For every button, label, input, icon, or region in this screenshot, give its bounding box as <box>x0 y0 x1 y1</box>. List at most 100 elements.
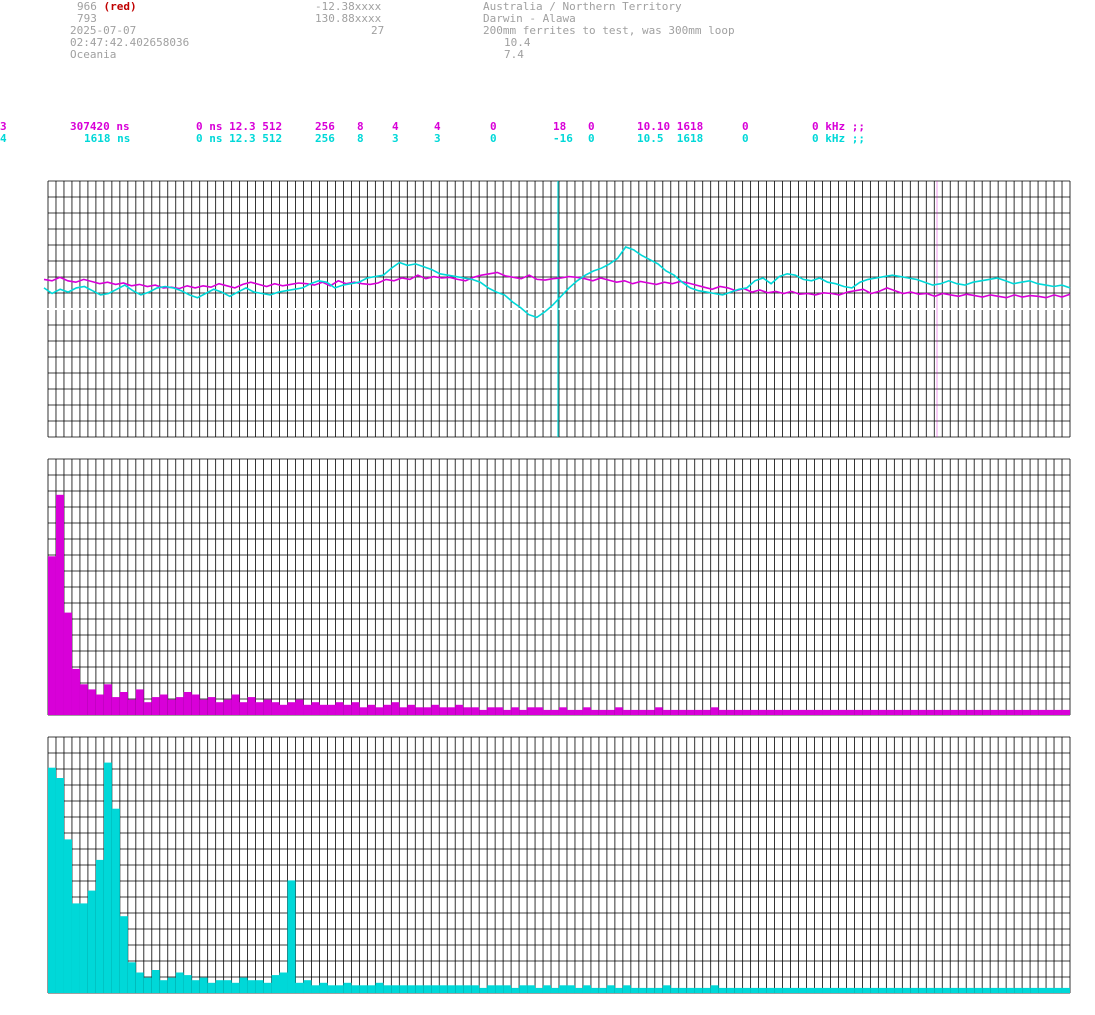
spectrum-bar <box>64 839 72 993</box>
spectrum-bar <box>678 709 687 715</box>
spectrum-bar <box>702 709 711 715</box>
spectrum-bar <box>207 982 216 993</box>
spectrum-bar <box>583 707 591 715</box>
spectrum-bar <box>503 709 512 715</box>
spectrum-bar <box>942 987 951 993</box>
spectrum-bar <box>375 707 384 715</box>
spectrum-bar <box>870 987 879 993</box>
spectrum-bar <box>942 709 951 715</box>
spectrum-bar <box>790 987 799 993</box>
spectrum-bar <box>431 985 440 993</box>
spectrum-bar <box>1062 987 1070 993</box>
spectrum-panel-ch3 <box>47 458 1071 716</box>
spectrum-bar <box>111 808 120 993</box>
spectrum-bar <box>750 987 759 993</box>
spectrum-bar <box>559 707 567 715</box>
spectrum-bar <box>686 709 695 715</box>
spectrum-bar <box>862 987 871 993</box>
spectrum-bar <box>894 987 903 993</box>
spectrum-bar <box>822 709 831 715</box>
spectrum-bar <box>527 985 536 993</box>
spectrum-bar <box>535 987 543 993</box>
spectrum-bar <box>798 987 807 993</box>
spectrum-bar <box>1006 709 1015 715</box>
spectrum-bar <box>966 987 975 993</box>
spectrum-bar <box>710 707 719 715</box>
spectrum-bar <box>183 975 192 993</box>
spectrum-bar <box>343 982 352 993</box>
spectrum-bar <box>559 985 567 993</box>
spectrum-bar <box>263 982 272 993</box>
spectrum-bar <box>846 987 855 993</box>
spectrum-bar <box>726 709 735 715</box>
spectrum-bar <box>630 987 639 993</box>
spectrum-bar <box>223 699 232 715</box>
spectrum-bar <box>511 707 520 715</box>
spectrum-bar <box>974 709 983 715</box>
spectrum-bar <box>239 977 248 993</box>
spectrum-bar <box>495 707 504 715</box>
spectrum-bar <box>383 985 392 993</box>
spectrum-bar <box>303 980 312 993</box>
spectrum-bar <box>72 668 80 715</box>
spectrum-bar <box>958 709 967 715</box>
spectrum-bar <box>183 692 192 715</box>
spectrum-bar <box>135 972 144 993</box>
spectrum-bar <box>614 987 623 993</box>
spectrum-bar <box>702 987 711 993</box>
spectrum-bar <box>72 903 80 993</box>
spectrum-bar <box>319 704 328 715</box>
spectrum-bar <box>175 697 184 715</box>
spectrum-bar <box>654 987 663 993</box>
spectrum-bar <box>199 699 208 715</box>
spectrum-bar <box>351 985 360 993</box>
spectrum-bar <box>56 494 64 715</box>
spectrum-bar <box>423 985 432 993</box>
spectrum-bar <box>966 709 975 715</box>
spectrum-bar <box>423 707 432 715</box>
spectrum-bar <box>982 709 991 715</box>
spectrum-bar <box>886 987 895 993</box>
spectrum-bar <box>519 709 528 715</box>
spectrum-bar <box>543 985 551 993</box>
spectrum-bar <box>367 985 376 993</box>
spectrum-bar <box>447 985 456 993</box>
spectrum-bar <box>447 707 456 715</box>
spectrum-bar <box>1038 987 1047 993</box>
spectrum-bar <box>103 684 112 715</box>
spectrum-bar <box>399 985 408 993</box>
spectrum-bar <box>335 702 344 715</box>
spectrum-bar <box>694 709 703 715</box>
spectrum-bar <box>918 987 927 993</box>
spectrum-bar <box>551 987 559 993</box>
spectrum-bar <box>734 709 743 715</box>
spectrum-bar <box>551 709 559 715</box>
spectrum-bar <box>1014 987 1023 993</box>
spectrum-bar <box>239 702 248 715</box>
spectrum-bar <box>295 699 304 715</box>
spectrum-bar <box>583 985 591 993</box>
spectrum-bar <box>575 987 583 993</box>
spectrum-bar <box>974 987 983 993</box>
spectrum-bar <box>750 709 759 715</box>
spectrum-bar <box>1062 709 1070 715</box>
spectrum-bar <box>79 684 88 715</box>
spectrum-bar <box>415 985 424 993</box>
spectrum-bar <box>159 980 168 993</box>
spectrum-bar <box>822 987 831 993</box>
spectrum-bar <box>64 612 72 715</box>
spectrum-bar <box>790 709 799 715</box>
spectrum-bar <box>694 987 703 993</box>
spectrum-bar <box>135 689 144 715</box>
spectrum-bar <box>1022 709 1031 715</box>
spectrum-bar <box>567 709 575 715</box>
spectrum-bar <box>718 987 727 993</box>
spectrum-bar <box>255 702 264 715</box>
spectrum-bar <box>303 704 312 715</box>
spectrum-bar <box>287 702 296 715</box>
spectrum-bar <box>622 709 631 715</box>
spectrum-bar <box>646 709 655 715</box>
spectrum-bar <box>710 985 719 993</box>
spectrum-bar <box>862 709 871 715</box>
spectrum-bar <box>495 985 504 993</box>
